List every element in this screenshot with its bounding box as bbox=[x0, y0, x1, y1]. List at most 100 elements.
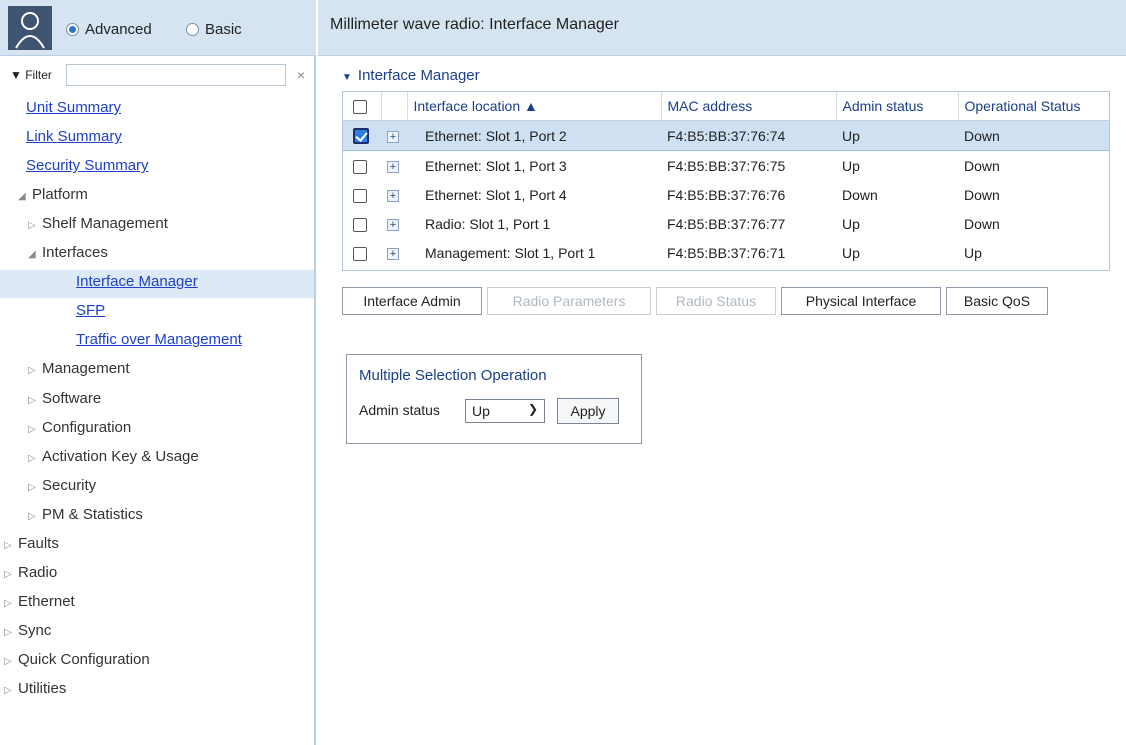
expand-plus-icon[interactable]: + bbox=[387, 247, 399, 260]
collapsed-arrow-icon: ▷ bbox=[28, 220, 36, 232]
select-all-checkbox[interactable] bbox=[353, 100, 367, 115]
interface-admin-button[interactable]: Interface Admin bbox=[342, 287, 482, 315]
admin-status-label: Admin status bbox=[359, 402, 440, 418]
sidebar-item-shelf-management[interactable]: ▷ Shelf Management bbox=[28, 215, 168, 232]
sidebar-item-label: Interface Manager bbox=[76, 273, 198, 291]
sidebar-item-sync[interactable]: ▷ Sync bbox=[4, 622, 51, 639]
multiple-selection-panel: Multiple Selection Operation Admin statu… bbox=[346, 354, 642, 444]
triangle-down-icon: ▼ bbox=[342, 72, 352, 83]
cell-location: Radio: Slot 1, Port 1 bbox=[425, 215, 551, 232]
sidebar-item-quick-configuration[interactable]: ▷ Quick Configuration bbox=[4, 651, 150, 668]
sidebar-item-label: Platform bbox=[32, 186, 88, 204]
row-checkbox[interactable] bbox=[353, 188, 367, 203]
sidebar-item-link-summary[interactable]: Link Summary bbox=[26, 128, 122, 145]
sidebar-item-pm-statistics[interactable]: ▷ PM & Statistics bbox=[28, 506, 143, 523]
apply-button[interactable]: Apply bbox=[557, 398, 619, 424]
row-expand-cell: + bbox=[381, 120, 407, 151]
sidebar-item-security-summary[interactable]: Security Summary bbox=[26, 157, 149, 174]
column-header-mac[interactable]: MAC address bbox=[660, 92, 836, 121]
cell-mac: F4:B5:BB:37:76:71 bbox=[667, 244, 786, 261]
cell-location: Management: Slot 1, Port 1 bbox=[425, 244, 596, 261]
sidebar-item-configuration[interactable]: ▷ Configuration bbox=[28, 419, 131, 436]
collapsed-arrow-icon: ▷ bbox=[4, 568, 12, 580]
sidebar-item-label: Configuration bbox=[42, 418, 132, 436]
sidebar-item-label: Unit Summary bbox=[26, 99, 122, 116]
section-title: Interface Manager bbox=[357, 67, 480, 84]
row-checkbox-cell bbox=[343, 209, 381, 238]
collapsed-arrow-icon: ▷ bbox=[4, 655, 12, 667]
mode-advanced-radio[interactable]: Advanced bbox=[66, 21, 152, 38]
expand-plus-icon[interactable]: + bbox=[387, 189, 399, 202]
filter-label[interactable]: ▼ Filter bbox=[10, 68, 52, 82]
close-icon[interactable]: × bbox=[292, 64, 310, 86]
select-all-header bbox=[343, 92, 381, 121]
table-row[interactable]: + Management: Slot 1, Port 1 F4:B5:BB:37:7… bbox=[343, 238, 1109, 267]
table-row[interactable]: + Ethernet: Slot 1, Port 3 F4:B5:BB:37:76:… bbox=[343, 151, 1109, 181]
column-header-operational-status[interactable]: Operational Status bbox=[957, 92, 1109, 121]
collapsed-arrow-icon: ▷ bbox=[28, 365, 36, 377]
admin-status-select[interactable]: Up ❯ bbox=[465, 399, 545, 423]
sidebar-item-label: Sync bbox=[18, 621, 52, 639]
mode-basic-radio[interactable]: Basic bbox=[186, 21, 242, 38]
basic-qos-button[interactable]: Basic QoS bbox=[946, 287, 1048, 315]
cell-admin-status: Up bbox=[836, 120, 958, 151]
row-checkbox[interactable] bbox=[353, 128, 369, 145]
section-toggle[interactable]: ▼ Interface Manager bbox=[342, 67, 480, 84]
cell-mac: F4:B5:BB:37:76:75 bbox=[667, 157, 786, 174]
sidebar-header: Advanced Basic bbox=[0, 0, 316, 56]
expanded-arrow-icon: ◢ bbox=[18, 191, 26, 203]
table-row[interactable]: + Ethernet: Slot 1, Port 2 F4:B5:BB:37:76:… bbox=[343, 120, 1109, 151]
radio-status-button[interactable]: Radio Status bbox=[656, 287, 776, 315]
row-checkbox[interactable] bbox=[353, 246, 367, 261]
sidebar-item-interface-manager[interactable]: Interface Manager bbox=[76, 273, 198, 290]
physical-interface-button[interactable]: Physical Interface bbox=[781, 287, 941, 315]
interface-table-container: Interface location ▲ MAC address Admin s… bbox=[342, 91, 1110, 271]
row-expand-cell: + bbox=[381, 180, 407, 209]
column-header-location[interactable]: Interface location ▲ bbox=[406, 92, 661, 121]
sidebar-item-sfp[interactable]: SFP bbox=[76, 302, 105, 319]
expand-plus-icon[interactable]: + bbox=[387, 218, 399, 231]
main-panel: Millimeter wave radio: Interface Manager… bbox=[318, 0, 1126, 745]
sidebar-item-security[interactable]: ▷ Security bbox=[28, 477, 96, 494]
row-checkbox[interactable] bbox=[353, 217, 367, 232]
filter-input[interactable] bbox=[66, 64, 286, 86]
sidebar-item-label: PM & Statistics bbox=[42, 505, 143, 523]
sidebar-item-activation-key-usage[interactable]: ▷ Activation Key & Usage bbox=[28, 448, 199, 465]
cell-mac: F4:B5:BB:37:76:74 bbox=[661, 120, 836, 151]
row-expand-cell: + bbox=[381, 209, 407, 238]
cell-operational-status: Up bbox=[964, 244, 982, 261]
sidebar-item-label: Ethernet bbox=[18, 592, 75, 610]
sidebar-item-platform[interactable]: ◢ Platform bbox=[18, 186, 88, 203]
cell-admin-status: Up bbox=[842, 215, 860, 232]
sidebar-item-label: Security Summary bbox=[26, 157, 149, 175]
radio-parameters-button[interactable]: Radio Parameters bbox=[487, 287, 651, 315]
table-row[interactable]: + Ethernet: Slot 1, Port 4 F4:B5:BB:37:76:… bbox=[343, 180, 1109, 209]
filter-row: ▼ Filter × bbox=[0, 64, 314, 88]
cell-operational-status: Down bbox=[964, 157, 1000, 174]
cell-operational-status: Down bbox=[964, 186, 1000, 203]
expand-plus-icon[interactable]: + bbox=[387, 160, 399, 173]
sidebar-item-unit-summary[interactable]: Unit Summary bbox=[26, 99, 121, 116]
sidebar-item-label: Software bbox=[42, 389, 102, 407]
sidebar-item-ethernet[interactable]: ▷ Ethernet bbox=[4, 593, 75, 610]
sidebar-item-management[interactable]: ▷ Management bbox=[28, 360, 130, 377]
row-expand-cell: + bbox=[381, 151, 407, 181]
expand-plus-icon[interactable]: + bbox=[387, 130, 399, 143]
cell-admin-status: Up bbox=[842, 157, 860, 174]
sidebar-item-faults[interactable]: ▷ Faults bbox=[4, 535, 59, 552]
cell-operational-status: Down bbox=[964, 215, 1000, 232]
sidebar-item-interfaces[interactable]: ◢ Interfaces bbox=[28, 244, 108, 261]
sidebar-item-label: Utilities bbox=[18, 680, 67, 697]
cell-location: Ethernet: Slot 1, Port 2 bbox=[407, 120, 661, 151]
sidebar-item-label: Quick Configuration bbox=[18, 650, 150, 668]
row-checkbox[interactable] bbox=[353, 159, 367, 174]
column-header-admin-status[interactable]: Admin status bbox=[835, 92, 958, 121]
sidebar-item-software[interactable]: ▷ Software bbox=[28, 390, 101, 407]
mode-advanced-label: Advanced bbox=[85, 21, 152, 38]
sidebar-item-radio[interactable]: ▷ Radio bbox=[4, 564, 57, 581]
sidebar-item-utilities[interactable]: ▷ Utilities bbox=[4, 680, 66, 697]
sidebar: Advanced Basic ▼ Filter × Unit Summary Li… bbox=[0, 0, 316, 745]
sidebar-item-traffic-over-management[interactable]: Traffic over Management bbox=[76, 331, 242, 348]
user-icon[interactable] bbox=[8, 6, 52, 50]
table-row[interactable]: + Radio: Slot 1, Port 1 F4:B5:BB:37:76:77 U… bbox=[343, 209, 1109, 238]
